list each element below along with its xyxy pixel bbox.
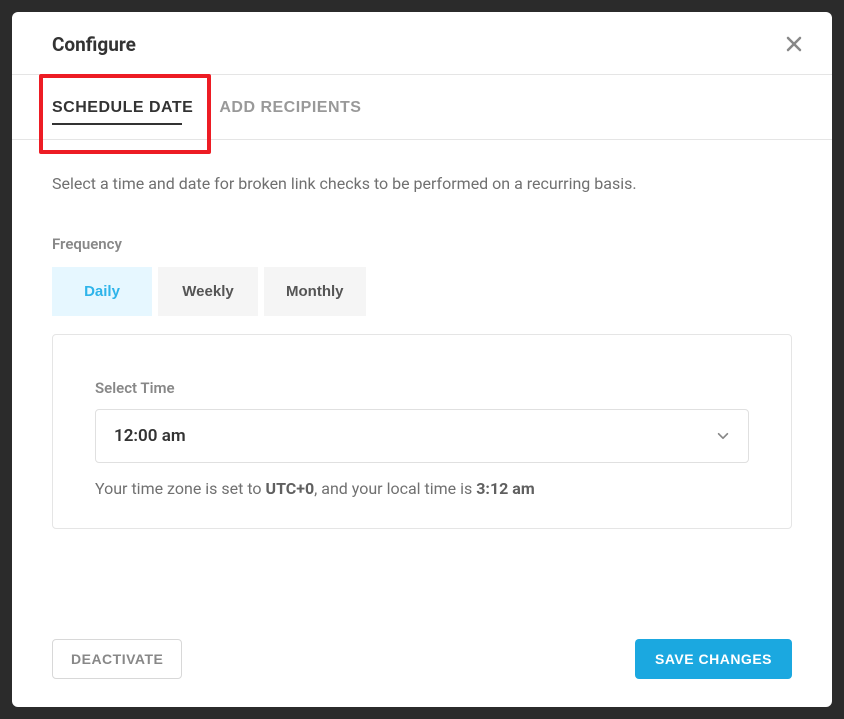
chevron-down-icon bbox=[716, 429, 730, 443]
frequency-monthly-button[interactable]: Monthly bbox=[264, 267, 366, 316]
modal-title: Configure bbox=[52, 33, 136, 56]
timezone-value: UTC+0 bbox=[266, 479, 315, 498]
tab-schedule-date[interactable]: SCHEDULE DATE bbox=[52, 75, 193, 139]
modal-header: Configure bbox=[12, 12, 832, 75]
tab-underline bbox=[52, 123, 182, 125]
frequency-weekly-button[interactable]: Weekly bbox=[158, 267, 258, 316]
close-button[interactable] bbox=[782, 32, 806, 56]
save-changes-button[interactable]: SAVE CHANGES bbox=[635, 639, 792, 679]
frequency-label: Frequency bbox=[52, 235, 792, 253]
time-select-dropdown[interactable]: 12:00 am bbox=[95, 409, 749, 463]
local-time-value: 3:12 am bbox=[476, 479, 534, 498]
description-text: Select a time and date for broken link c… bbox=[52, 174, 792, 193]
frequency-daily-button[interactable]: Daily bbox=[52, 267, 152, 316]
configure-modal: Configure SCHEDULE DATE ADD RECIPIENTS S… bbox=[12, 12, 832, 707]
tab-add-recipients[interactable]: ADD RECIPIENTS bbox=[219, 75, 361, 139]
modal-footer: DEACTIVATE SAVE CHANGES bbox=[12, 619, 832, 707]
time-panel: Select Time 12:00 am Your time zone is s… bbox=[52, 334, 792, 529]
select-time-label: Select Time bbox=[95, 379, 749, 397]
frequency-button-group: Daily Weekly Monthly bbox=[52, 267, 792, 316]
tab-bar: SCHEDULE DATE ADD RECIPIENTS bbox=[12, 75, 832, 140]
timezone-prefix: Your time zone is set to bbox=[95, 479, 266, 498]
close-icon bbox=[786, 36, 802, 52]
modal-body: Select a time and date for broken link c… bbox=[12, 140, 832, 619]
deactivate-button[interactable]: DEACTIVATE bbox=[52, 639, 182, 679]
time-select-value: 12:00 am bbox=[114, 426, 186, 446]
timezone-note: Your time zone is set to UTC+0, and your… bbox=[95, 479, 749, 498]
timezone-middle: , and your local time is bbox=[314, 479, 476, 498]
